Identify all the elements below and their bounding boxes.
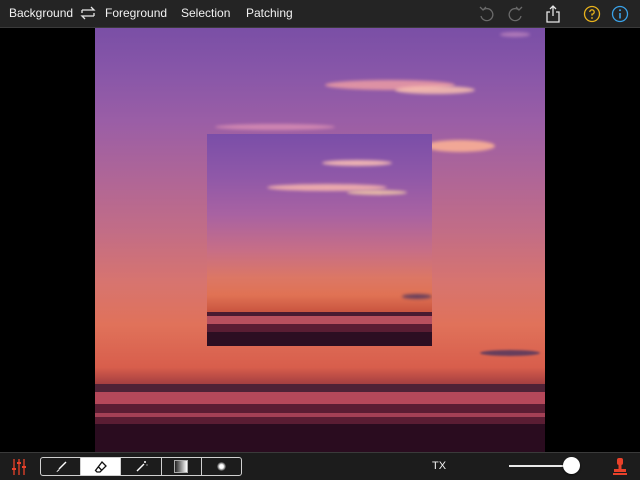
swap-icon[interactable] — [79, 5, 97, 21]
brush-size-slider[interactable] — [509, 465, 571, 467]
mode-label[interactable]: TX — [432, 460, 446, 472]
magic-wand-icon — [136, 460, 148, 471]
redo-icon[interactable] — [505, 4, 525, 24]
eraser-icon — [94, 460, 107, 473]
background-tab[interactable]: Background — [9, 6, 73, 20]
adjustments-icon[interactable] — [11, 458, 27, 476]
share-icon[interactable] — [545, 4, 561, 24]
info-icon[interactable] — [611, 5, 629, 23]
gradient-icon — [174, 460, 189, 473]
brush-icon — [56, 461, 67, 472]
stamp-icon[interactable] — [612, 457, 628, 477]
undo-icon[interactable] — [477, 4, 497, 24]
top-toolbar: Background Foreground Selection Patching — [0, 0, 640, 28]
brush-size-slider-thumb[interactable] — [563, 457, 580, 474]
foreground-tab[interactable]: Foreground — [105, 6, 167, 20]
patching-tab[interactable]: Patching — [246, 6, 293, 20]
selection-tab[interactable]: Selection — [181, 6, 230, 20]
magic-wand-tool[interactable] — [121, 458, 162, 475]
foreground-patch[interactable] — [207, 134, 432, 346]
tool-selector — [40, 457, 242, 476]
eraser-tool[interactable] — [81, 458, 122, 475]
brush-tool[interactable] — [41, 458, 82, 475]
soft-brush-icon — [216, 462, 226, 471]
gradient-tool[interactable] — [162, 458, 202, 475]
soft-brush-tool[interactable] — [202, 458, 241, 475]
editing-canvas[interactable] — [0, 28, 640, 452]
help-icon[interactable] — [583, 5, 601, 23]
